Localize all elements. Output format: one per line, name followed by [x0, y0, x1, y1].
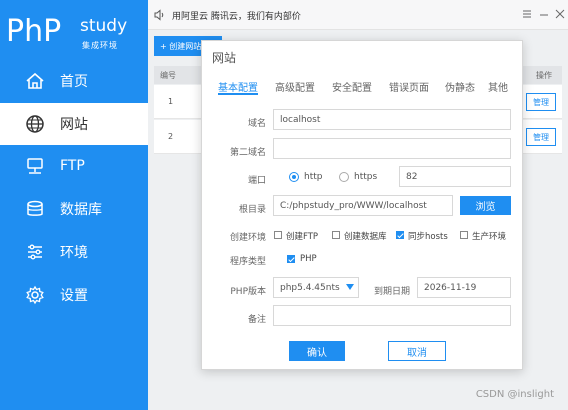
- create-database-checkbox[interactable]: [332, 231, 340, 239]
- create-ftp-checkbox[interactable]: [274, 231, 282, 239]
- tab-advanced-config[interactable]: 高级配置: [275, 79, 315, 95]
- tab-other[interactable]: 其他: [488, 79, 508, 95]
- sidebar-item-label: 网站: [60, 117, 88, 133]
- sidebar-item-database[interactable]: 数据库: [0, 188, 148, 230]
- root-dir-input[interactable]: C:/phpstudy_pro/WWW/localhost: [273, 195, 453, 216]
- speaker-icon: [154, 9, 166, 24]
- production-env-checkbox[interactable]: [460, 231, 468, 239]
- database-icon: [24, 198, 46, 220]
- http-radio[interactable]: [289, 172, 299, 182]
- logo-subtitle: 集成环境: [82, 41, 118, 50]
- php-checkbox[interactable]: [287, 255, 295, 263]
- root-dir-label: 根目录: [238, 205, 266, 215]
- logo-study-text: study: [80, 16, 128, 36]
- tab-security-config[interactable]: 安全配置: [332, 79, 372, 95]
- create-env-label: 创建环境: [229, 233, 266, 243]
- dialog-tabs: 基本配置 高级配置 安全配置 错误页面 伪静态 其他: [202, 79, 524, 97]
- port-label: 端口: [247, 176, 266, 186]
- php-type-label: PHP: [300, 254, 317, 264]
- tab-error-pages[interactable]: 错误页面: [389, 79, 429, 95]
- second-domain-input[interactable]: [273, 138, 511, 159]
- sidebar-item-ftp[interactable]: FTP: [0, 145, 148, 187]
- create-database-label: 创建数据库: [344, 232, 387, 242]
- program-type-label: 程序类型: [229, 257, 266, 267]
- php-version-select[interactable]: php5.4.45nts: [273, 277, 359, 298]
- port-input[interactable]: 82: [399, 166, 511, 187]
- manage-button[interactable]: 管理: [526, 93, 556, 111]
- chevron-down-icon: [346, 284, 354, 290]
- php-version-label: PHP版本: [230, 287, 266, 297]
- app-window: PhP study 集成环境 首页 网站 FTP 数据库 环境 设置 用阿里云 …: [0, 0, 568, 410]
- manage-button[interactable]: 管理: [526, 128, 556, 146]
- https-radio[interactable]: [339, 172, 349, 182]
- sidebar-item-label: 数据库: [60, 202, 102, 218]
- production-env-label: 生产环境: [472, 232, 507, 242]
- close-icon[interactable]: [554, 8, 566, 20]
- https-radio-label: https: [354, 172, 378, 182]
- logo-php-text: PhP: [6, 14, 62, 49]
- tab-basic-config[interactable]: 基本配置: [218, 79, 258, 95]
- create-ftp-label: 创建FTP: [286, 232, 319, 242]
- sliders-icon: [24, 241, 46, 263]
- sidebar: PhP study 集成环境 首页 网站 FTP 数据库 环境 设置: [0, 0, 148, 410]
- second-domain-label: 第二域名: [229, 148, 266, 158]
- http-radio-label: http: [304, 172, 323, 182]
- sidebar-item-settings[interactable]: 设置: [0, 274, 148, 316]
- sidebar-item-label: 首页: [60, 74, 88, 90]
- domain-input[interactable]: localhost: [273, 109, 511, 130]
- tab-rewrite[interactable]: 伪静态: [445, 79, 475, 95]
- note-input[interactable]: [273, 305, 511, 326]
- browse-button[interactable]: 浏览: [460, 196, 511, 215]
- expire-date-label: 到期日期: [373, 287, 410, 297]
- ftp-icon: [24, 155, 46, 177]
- globe-icon: [24, 113, 46, 135]
- top-bar: 用阿里云 腾讯云，我们有内部价: [148, 0, 568, 30]
- expire-date-input[interactable]: 2026-11-19: [417, 277, 511, 298]
- cancel-button[interactable]: 取消: [388, 341, 446, 361]
- domain-label: 域名: [247, 119, 266, 129]
- sync-hosts-checkbox[interactable]: [396, 231, 404, 239]
- website-dialog: 网站 基本配置 高级配置 安全配置 错误页面 伪静态 其他 域名 localho…: [201, 40, 523, 370]
- home-icon: [24, 70, 46, 92]
- logo: PhP study 集成环境: [0, 0, 148, 60]
- row-number: 2: [168, 132, 174, 141]
- sidebar-item-label: FTP: [60, 158, 85, 174]
- dialog-title: 网站: [212, 51, 237, 65]
- php-version-value: php5.4.45nts: [280, 282, 340, 293]
- watermark: CSDN @inslight: [475, 389, 554, 400]
- row-number: 1: [168, 97, 174, 106]
- column-header-operation: 操作: [536, 71, 552, 80]
- sidebar-item-website[interactable]: 网站: [0, 103, 148, 145]
- sidebar-item-home[interactable]: 首页: [0, 60, 148, 102]
- note-label: 备注: [247, 315, 266, 325]
- column-header-no: 编号: [160, 71, 176, 80]
- menu-icon[interactable]: [521, 8, 533, 20]
- sidebar-item-label: 环境: [60, 245, 88, 261]
- notice-text[interactable]: 用阿里云 腾讯云，我们有内部价: [172, 9, 301, 22]
- sidebar-item-label: 设置: [60, 288, 88, 304]
- gear-icon: [24, 284, 46, 306]
- sync-hosts-label: 同步hosts: [408, 232, 448, 242]
- sidebar-item-environment[interactable]: 环境: [0, 231, 148, 273]
- confirm-button[interactable]: 确认: [289, 341, 345, 361]
- minimize-icon[interactable]: [538, 8, 550, 20]
